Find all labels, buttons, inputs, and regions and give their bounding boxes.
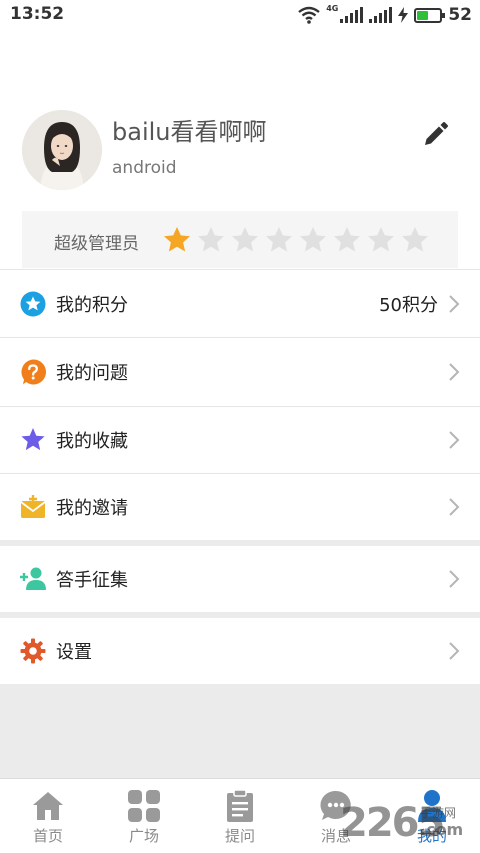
chevron-right-icon [449, 642, 460, 660]
signal-icon-2 [369, 7, 393, 23]
chevron-right-icon [449, 363, 460, 381]
battery-level: 52 [448, 5, 472, 25]
menu-label-recruit: 答手征集 [56, 570, 128, 591]
battery-icon [414, 7, 446, 23]
watermark: 2265 手游网 .com [340, 800, 480, 850]
menu-item-settings[interactable]: 设置 [0, 618, 480, 684]
chevron-right-icon [449, 570, 460, 588]
menu-label-favorites: 我的收藏 [56, 431, 128, 452]
rating-star-icon [300, 227, 326, 252]
add-user-icon [20, 567, 46, 590]
rating-star-icon [368, 227, 394, 252]
clipboard-icon [227, 789, 253, 822]
watermark-sub: 手游网 [420, 806, 457, 820]
rank-label: 超级管理员 [54, 234, 139, 254]
menu-label-invites: 我的邀请 [56, 498, 128, 519]
envelope-icon [20, 495, 46, 518]
menu-item-invites[interactable]: 我的邀请 [0, 473, 480, 540]
empty-area [0, 684, 480, 778]
chevron-right-icon [449, 431, 460, 449]
question-bubble-icon [21, 359, 46, 385]
points-value: 50积分 [379, 294, 438, 316]
tab-home[interactable]: 首页 [0, 779, 96, 853]
rating-star-icon [402, 227, 428, 252]
chevron-right-icon [449, 498, 460, 516]
menu-label-points: 我的积分 [56, 294, 128, 316]
menu-item-recruit[interactable]: 答手征集 [0, 546, 480, 612]
rating-star-icon [232, 227, 258, 252]
menu-item-points[interactable]: 我的积分 50积分 [0, 269, 480, 337]
menu-label-settings: 设置 [56, 642, 92, 663]
rank-bar: 超级管理员 [22, 211, 458, 268]
tab-label: 广场 [128, 827, 159, 845]
tab-label: 首页 [32, 827, 63, 845]
chevron-right-icon [449, 294, 460, 313]
status-bar: 13:52 4G 52 [0, 0, 480, 30]
rating-star-icon [164, 227, 190, 252]
avatar-image [22, 110, 102, 190]
menu-item-favorites[interactable]: 我的收藏 [0, 406, 480, 473]
grid-icon [128, 790, 160, 822]
avatar[interactable] [22, 110, 102, 190]
watermark-domain: .com [420, 820, 464, 839]
rating-star-icon [266, 227, 292, 252]
rating-star-icon [198, 227, 224, 252]
rating-star-icon [334, 227, 360, 252]
status-time: 13:52 [10, 4, 65, 24]
network-type: 4G [326, 4, 339, 13]
edit-icon[interactable] [420, 120, 450, 150]
tab-square[interactable]: 广场 [96, 779, 192, 853]
wifi-icon [298, 6, 320, 24]
gear-icon [20, 638, 46, 664]
tab-ask[interactable]: 提问 [192, 779, 288, 853]
menu-label-questions: 我的问题 [56, 363, 128, 384]
status-icons: 4G 52 [298, 4, 472, 26]
menu-item-questions[interactable]: 我的问题 [0, 337, 480, 406]
profile-header: bailu看看啊啊 android [0, 100, 480, 210]
username: bailu看看啊啊 [112, 118, 267, 146]
star-circle-icon [20, 291, 46, 316]
home-icon [33, 792, 63, 820]
rank-stars [162, 225, 430, 255]
signal-icon [340, 7, 364, 23]
star-icon [21, 428, 45, 451]
charging-icon [398, 7, 409, 23]
user-subtitle: android [112, 158, 177, 178]
tab-label: 提问 [224, 827, 255, 845]
